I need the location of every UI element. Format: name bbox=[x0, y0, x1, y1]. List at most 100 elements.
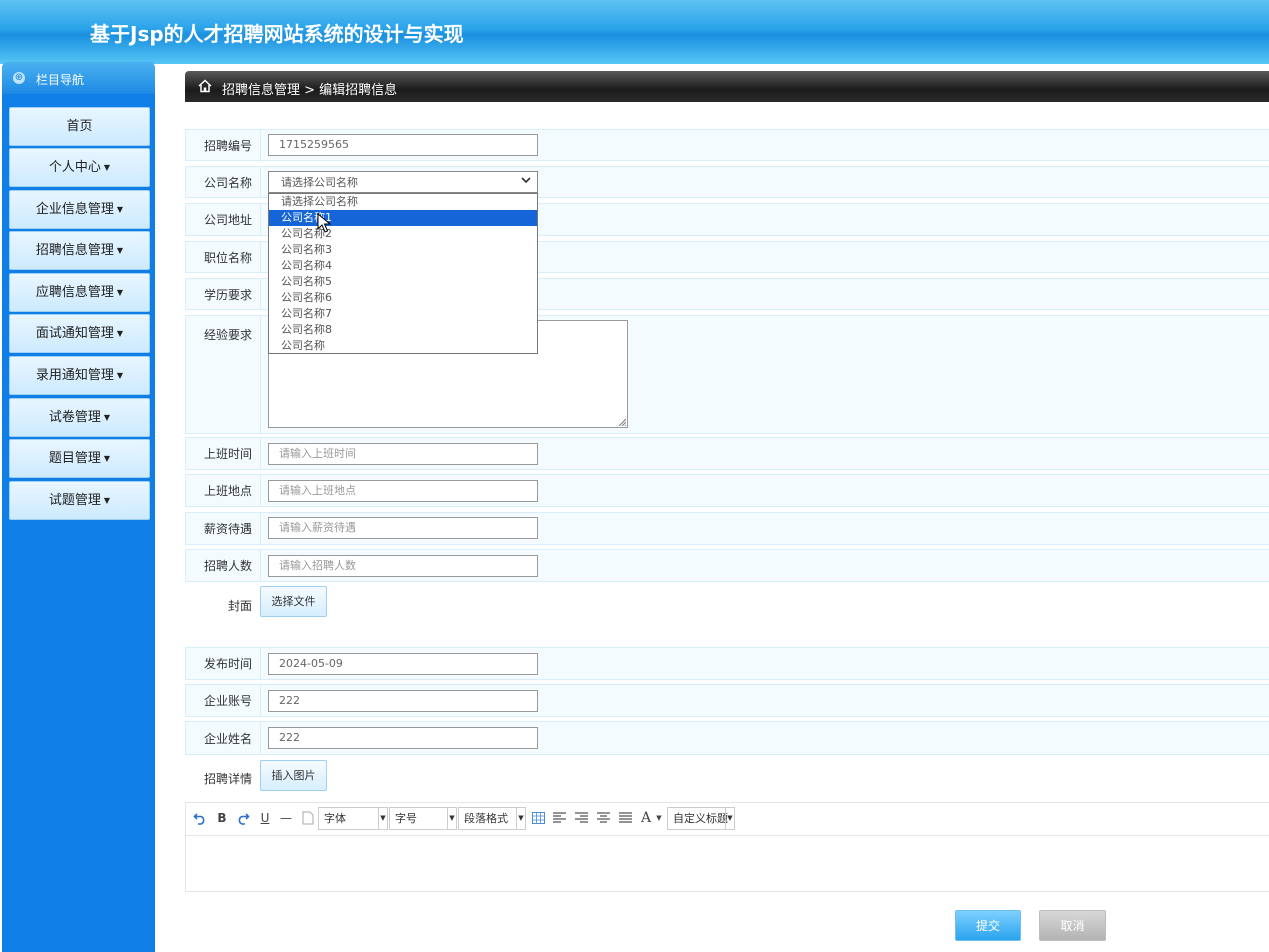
form-row-work-place: 上班地点 请输入上班地点 bbox=[185, 474, 1269, 507]
caret-down-icon: ▼ bbox=[103, 163, 111, 172]
sidebar-item-label: 录用通知管理 bbox=[35, 368, 114, 383]
company-person-input[interactable]: 222 bbox=[268, 727, 538, 749]
document-icon[interactable] bbox=[302, 811, 314, 825]
company-person-label: 企业姓名 bbox=[186, 722, 261, 754]
sidebar-item-6[interactable]: 录用通知管理 ▼ bbox=[9, 356, 150, 395]
redo-icon[interactable] bbox=[236, 811, 250, 825]
cancel-button[interactable]: 取消 bbox=[1039, 910, 1106, 941]
caret-down-icon: ▼ bbox=[103, 413, 111, 422]
sidebar-item-label: 企业信息管理 bbox=[35, 202, 114, 217]
salary-label: 薪资待遇 bbox=[186, 513, 261, 544]
caret-down-icon: ▼ bbox=[116, 205, 124, 214]
bold-icon[interactable]: B bbox=[216, 810, 228, 826]
dropdown-option[interactable]: 公司名称 bbox=[269, 338, 537, 354]
cover-label: 封面 bbox=[228, 599, 253, 613]
app-header: 基于Jsp的人才招聘网站系统的设计与实现 bbox=[0, 0, 1269, 64]
work-time-input[interactable]: 请输入上班时间 bbox=[268, 443, 538, 465]
align-right-icon[interactable] bbox=[575, 812, 588, 824]
undo-icon[interactable] bbox=[193, 811, 207, 825]
font-size-select[interactable]: 字号 ▼ bbox=[389, 807, 457, 830]
home-icon[interactable] bbox=[197, 78, 213, 94]
position-name-label: 职位名称 bbox=[186, 242, 261, 272]
company-name-selected: 请选择公司名称 bbox=[281, 176, 358, 189]
sidebar-item-2[interactable]: 企业信息管理 ▼ bbox=[9, 190, 150, 229]
company-name-label: 公司名称 bbox=[186, 167, 261, 197]
dropdown-option[interactable]: 公司名称4 bbox=[269, 258, 537, 274]
custom-heading-caret-icon: ▼ bbox=[725, 808, 734, 829]
breadcrumb-text: 招聘信息管理 > 编辑招聘信息 bbox=[222, 83, 398, 98]
form-row-work-time: 上班时间 请输入上班时间 bbox=[185, 437, 1269, 470]
dropdown-option[interactable]: 请选择公司名称 bbox=[269, 194, 537, 210]
table-icon[interactable] bbox=[532, 812, 545, 824]
company-name-select[interactable]: 请选择公司名称 bbox=[268, 171, 538, 193]
align-left-icon[interactable] bbox=[553, 812, 566, 824]
sidebar-item-label: 试卷管理 bbox=[48, 410, 101, 425]
sidebar-item-9[interactable]: 试题管理 ▼ bbox=[9, 481, 150, 520]
resize-grip-icon[interactable] bbox=[618, 418, 626, 426]
align-justify-icon[interactable] bbox=[619, 812, 632, 824]
details-label: 招聘详情 bbox=[204, 772, 253, 786]
sidebar-item-0[interactable]: 首页 bbox=[9, 107, 150, 146]
app-title: 基于Jsp的人才招聘网站系统的设计与实现 bbox=[90, 22, 464, 46]
font-color-caret-icon[interactable]: ▼ bbox=[655, 810, 663, 826]
headcount-input[interactable]: 请输入招聘人数 bbox=[268, 555, 538, 577]
company-address-label: 公司地址 bbox=[186, 204, 261, 235]
salary-input[interactable]: 请输入薪资待遇 bbox=[268, 517, 538, 539]
sidebar-item-8[interactable]: 题目管理 ▼ bbox=[9, 439, 150, 478]
sidebar-heading-label: 栏目导航 bbox=[36, 73, 85, 87]
sidebar-item-label: 招聘信息管理 bbox=[35, 243, 114, 258]
caret-down-icon: ▼ bbox=[116, 329, 124, 338]
editor-content-area[interactable] bbox=[186, 836, 1269, 891]
sidebar-heading: ⊕ 栏目导航 bbox=[2, 62, 155, 94]
sidebar-item-3[interactable]: 招聘信息管理 ▼ bbox=[9, 231, 150, 270]
horizontal-rule-icon[interactable]: — bbox=[279, 810, 293, 826]
font-family-select[interactable]: 字体 ▼ bbox=[318, 807, 388, 830]
underline-icon[interactable]: U bbox=[259, 810, 271, 826]
editor-toolbar: B U — 字体 ▼ 字号 ▼ 段落格式 ▼ A ▼ 自定义标题 ▼ bbox=[186, 803, 1269, 836]
align-center-icon[interactable] bbox=[597, 812, 610, 824]
dropdown-option[interactable]: 公司名称1 bbox=[269, 210, 537, 226]
work-place-label: 上班地点 bbox=[186, 475, 261, 506]
form-row-salary: 薪资待遇 请输入薪资待遇 bbox=[185, 512, 1269, 545]
sidebar-item-label: 面试通知管理 bbox=[35, 326, 114, 341]
sidebar-item-label: 首页 bbox=[66, 119, 93, 134]
publish-time-label: 发布时间 bbox=[186, 648, 261, 679]
caret-down-icon: ▼ bbox=[103, 454, 111, 463]
dropdown-option[interactable]: 公司名称5 bbox=[269, 274, 537, 290]
company-account-input[interactable]: 222 bbox=[268, 690, 538, 712]
form-row-headcount: 招聘人数 请输入招聘人数 bbox=[185, 549, 1269, 582]
dropdown-option[interactable]: 公司名称6 bbox=[269, 290, 537, 306]
publish-time-input[interactable]: 2024-05-09 bbox=[268, 653, 538, 675]
choose-file-button[interactable]: 选择文件 bbox=[260, 586, 327, 617]
dropdown-option[interactable]: 公司名称8 bbox=[269, 322, 537, 338]
sidebar-item-label: 应聘信息管理 bbox=[35, 285, 114, 300]
work-place-input[interactable]: 请输入上班地点 bbox=[268, 480, 538, 502]
paragraph-caret-icon: ▼ bbox=[516, 808, 525, 829]
dropdown-option[interactable]: 公司名称7 bbox=[269, 306, 537, 322]
dropdown-option[interactable]: 公司名称3 bbox=[269, 242, 537, 258]
custom-heading-select[interactable]: 自定义标题 ▼ bbox=[667, 807, 735, 830]
sidebar-item-1[interactable]: 个人中心 ▼ bbox=[9, 148, 150, 187]
experience-label: 经验要求 bbox=[186, 316, 261, 433]
caret-down-icon: ▼ bbox=[103, 496, 111, 505]
sidebar-item-7[interactable]: 试卷管理 ▼ bbox=[9, 398, 150, 437]
font-color-icon[interactable]: A bbox=[640, 810, 652, 826]
dropdown-option[interactable]: 公司名称2 bbox=[269, 226, 537, 242]
sidebar-item-5[interactable]: 面试通知管理 ▼ bbox=[9, 314, 150, 353]
form-row-company-person: 企业姓名 222 bbox=[185, 721, 1269, 755]
submit-button[interactable]: 提交 bbox=[955, 910, 1021, 941]
sidebar-item-4[interactable]: 应聘信息管理 ▼ bbox=[9, 273, 150, 312]
breadcrumb: 招聘信息管理 > 编辑招聘信息 bbox=[185, 71, 1269, 102]
chevron-down-icon bbox=[521, 177, 531, 184]
caret-down-icon: ▼ bbox=[116, 288, 124, 297]
form-row-publish-time: 发布时间 2024-05-09 bbox=[185, 647, 1269, 680]
font-size-caret-icon: ▼ bbox=[447, 808, 456, 829]
insert-image-button[interactable]: 插入图片 bbox=[260, 760, 327, 791]
sidebar-item-label: 个人中心 bbox=[48, 160, 101, 175]
font-family-caret-icon: ▼ bbox=[378, 808, 387, 829]
education-label: 学历要求 bbox=[186, 279, 261, 309]
sidebar-item-label: 试题管理 bbox=[48, 493, 101, 508]
recruit-no-label: 招聘编号 bbox=[186, 130, 261, 160]
paragraph-format-select[interactable]: 段落格式 ▼ bbox=[458, 807, 526, 830]
recruit-no-input[interactable]: 1715259565 bbox=[268, 134, 538, 156]
